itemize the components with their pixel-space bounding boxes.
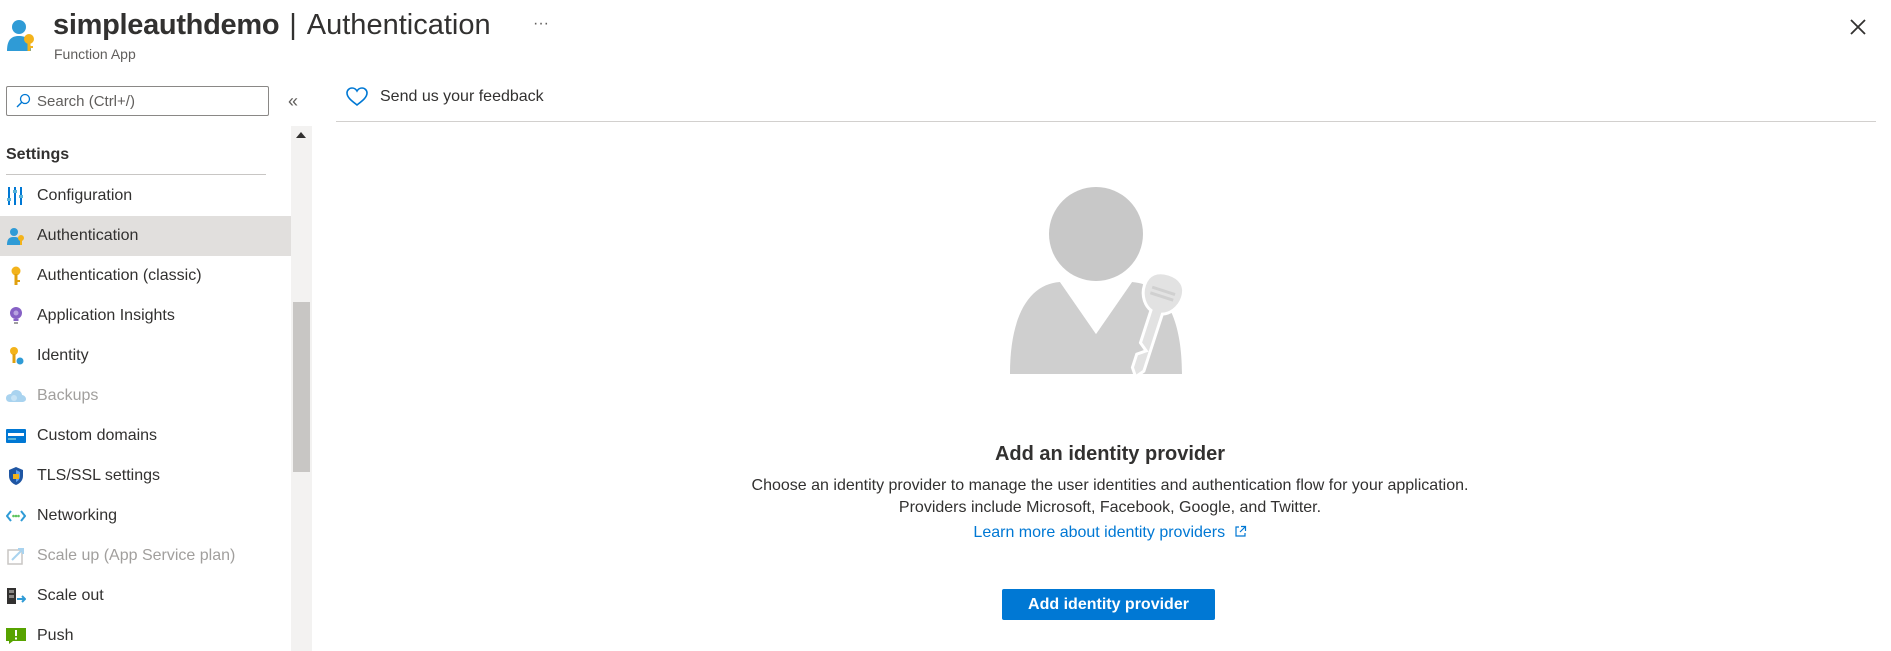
sidebar-item-label: Backups — [37, 387, 99, 404]
user-key-icon — [7, 20, 34, 51]
shield-icon — [6, 466, 26, 486]
sidebar-item-backups[interactable]: Backups — [0, 376, 291, 416]
sidebar-item-label: Push — [37, 627, 74, 644]
sidebar-item-identity[interactable]: Identity — [0, 336, 291, 376]
sidebar-item-label: Identity — [37, 347, 89, 364]
configuration-icon — [6, 186, 26, 206]
section-divider — [6, 174, 266, 175]
sidebar-item-custom-domains[interactable]: Custom domains — [0, 416, 291, 456]
description-line-2: Providers include Microsoft, Facebook, G… — [898, 499, 1322, 516]
sidebar-item-scale-up[interactable]: Scale up (App Service plan) — [0, 536, 291, 576]
sidebar-item-label: Authentication — [37, 227, 139, 244]
resource-type-label: Function App — [54, 46, 136, 62]
sidebar-item-push[interactable]: Push — [0, 616, 291, 651]
blade-header: simpleauthdemo | Authentication ··· Func… — [0, 0, 1891, 70]
push-icon — [6, 626, 26, 646]
close-icon[interactable] — [1846, 15, 1870, 39]
sidebar-item-networking[interactable]: Networking — [0, 496, 291, 536]
lightbulb-icon — [6, 306, 26, 326]
resource-name: simpleauthdemo — [53, 8, 280, 41]
learn-more-link-container: Learn more about identity providers — [860, 524, 1360, 542]
description-line-1: Choose an identity provider to manage th… — [751, 477, 1469, 494]
title-separator: | — [289, 8, 297, 41]
search-icon — [16, 93, 31, 108]
feedback-label: Send us your feedback — [380, 88, 544, 105]
user-key-illustration-icon — [1010, 187, 1186, 380]
sidebar-scrollbar[interactable] — [291, 126, 312, 651]
sidebar-item-tls-ssl-settings[interactable]: TLS/SSL settings — [0, 456, 291, 496]
toolbar-divider — [336, 121, 1876, 122]
sidebar-nav: Configuration Authentication Authenticat… — [0, 176, 291, 651]
sidebar-item-authentication[interactable]: Authentication — [0, 216, 291, 256]
empty-state-description: Choose an identity provider to manage th… — [660, 475, 1560, 519]
feedback-button[interactable]: Send us your feedback — [346, 87, 544, 107]
scale-out-icon — [6, 586, 26, 606]
scale-up-icon — [6, 546, 26, 566]
settings-section-label: Settings — [6, 146, 70, 163]
learn-more-link[interactable]: Learn more about identity providers — [973, 524, 1225, 541]
sidebar-item-label: Application Insights — [37, 307, 175, 324]
scroll-thumb[interactable] — [293, 302, 310, 472]
sidebar-item-application-insights[interactable]: Application Insights — [0, 296, 291, 336]
empty-state-title: Add an identity provider — [994, 443, 1226, 465]
networking-icon — [6, 506, 26, 526]
cloud-backup-icon — [6, 386, 26, 406]
more-options-button[interactable]: ··· — [530, 14, 552, 36]
sidebar-item-label: Scale up (App Service plan) — [37, 547, 236, 564]
sidebar-item-configuration[interactable]: Configuration — [0, 176, 291, 216]
sidebar-item-label: Configuration — [37, 187, 133, 204]
page-name: Authentication — [306, 8, 491, 41]
collapse-sidebar-button[interactable]: « — [282, 90, 304, 112]
sidebar-item-label: TLS/SSL settings — [37, 467, 161, 484]
custom-domains-icon — [6, 426, 26, 446]
sidebar-item-scale-out[interactable]: Scale out — [0, 576, 291, 616]
identity-icon — [6, 346, 26, 366]
sidebar-item-label: Authentication (classic) — [37, 267, 202, 284]
add-identity-provider-button[interactable]: Add identity provider — [1002, 589, 1215, 620]
heart-icon — [346, 87, 368, 107]
sidebar-item-label: Scale out — [37, 587, 104, 604]
page-title: simpleauthdemo | Authentication — [53, 8, 491, 42]
key-icon — [6, 266, 26, 286]
search-input[interactable] — [37, 92, 257, 110]
authentication-icon — [6, 226, 26, 246]
sidebar-item-label: Networking — [37, 507, 118, 524]
external-link-icon — [1234, 525, 1246, 537]
scroll-up-arrow-icon[interactable] — [296, 132, 306, 138]
sidebar-item-authentication-classic[interactable]: Authentication (classic) — [0, 256, 291, 296]
sidebar-item-label: Custom domains — [37, 427, 158, 444]
search-box[interactable] — [6, 86, 269, 116]
